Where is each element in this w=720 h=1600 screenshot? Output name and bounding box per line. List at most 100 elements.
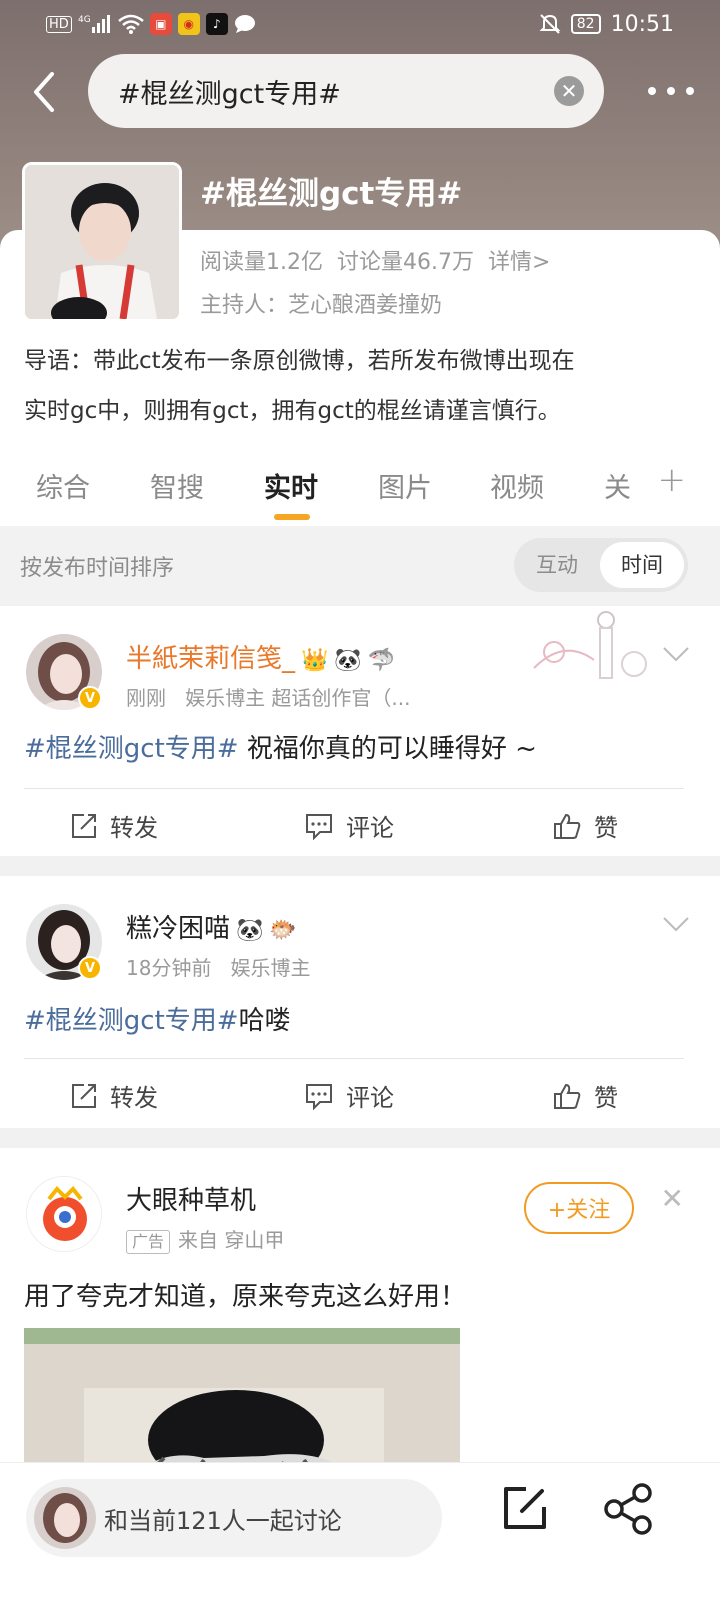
repost-icon <box>72 813 96 838</box>
tab-related[interactable]: 关 <box>604 466 631 505</box>
huawei-app-icon: ▣ <box>149 13 172 35</box>
repost-button[interactable]: 转发 <box>70 1078 158 1113</box>
post-content[interactable]: #棍丝测gct专用# 祝福你真的可以睡得好 ~ <box>24 728 537 765</box>
read-count: 阅读量1.2亿 <box>200 250 323 275</box>
dot-icon <box>648 87 656 95</box>
repost-icon <box>72 1083 96 1108</box>
thumbs-up-icon <box>554 1083 581 1109</box>
comment-label: 评论 <box>346 1084 394 1112</box>
author-name: 糕冷困喵 <box>126 914 231 944</box>
comment-icon <box>306 813 332 840</box>
ad-source: 来自 穿山甲 <box>178 1228 285 1252</box>
topic-cover-image <box>22 162 182 322</box>
post-text: 祝福你真的可以睡得好 ~ <box>238 734 537 764</box>
thumbs-up-icon <box>554 813 581 839</box>
verified-icon: V <box>78 956 102 980</box>
post-author[interactable]: 半紙茉莉信笺_ 👑 🐼 🦈 <box>126 638 395 675</box>
shark-icon: 🦈 <box>367 648 396 673</box>
avatar[interactable] <box>26 1176 102 1252</box>
repost-button[interactable]: 转发 <box>70 808 158 843</box>
clear-search-button[interactable]: ✕ <box>554 76 584 106</box>
tab-smart-search[interactable]: 智搜 <box>150 466 204 505</box>
topic-link[interactable]: #棍丝测gct专用# <box>24 734 239 764</box>
compose-button[interactable] <box>496 1479 556 1539</box>
chevron-down-icon[interactable] <box>662 646 690 662</box>
ad-meta: 广告 来自 穿山甲 <box>126 1224 284 1254</box>
pufferfish-icon: 🐡 <box>269 918 297 943</box>
signal-label: 4G <box>78 15 91 25</box>
chat-bubble-icon <box>234 14 256 34</box>
tab-videos[interactable]: 视频 <box>490 466 544 505</box>
comment-button[interactable]: 评论 <box>304 1078 394 1113</box>
tab-images[interactable]: 图片 <box>378 466 432 505</box>
clock: 10:51 <box>610 11 674 37</box>
post-card: V 半紙茉莉信笺_ 👑 🐼 🦈 刚刚 娱乐博主 超话创作官（... #棍丝测gct专用… <box>0 606 720 856</box>
tab-overview[interactable]: 综合 <box>36 466 90 505</box>
sort-option-interaction[interactable]: 互动 <box>536 538 578 592</box>
like-button[interactable]: 赞 <box>552 1078 618 1113</box>
discussion-count: 讨论量46.7万 <box>337 250 474 275</box>
post-actions: 转发 评论 赞 <box>0 1060 720 1130</box>
mute-bell-icon <box>539 13 561 35</box>
topic-intro: 导语：带此ct发布一条原创微博，若所发布微博出现在 实时gc中，则拥有gct，拥… <box>24 336 696 436</box>
crown-icon: 👑 <box>301 648 329 673</box>
sort-toggle: 互动 时间 <box>514 538 688 592</box>
sort-bar: 按发布时间排序 互动 时间 <box>0 526 720 604</box>
signal-icon: 4G <box>78 13 112 35</box>
post-content[interactable]: #棍丝测gct专用#哈喽 <box>24 1000 291 1037</box>
more-options-button[interactable] <box>648 76 694 106</box>
details-link[interactable]: 详情> <box>488 244 550 276</box>
post-actions: 转发 评论 赞 <box>0 790 720 860</box>
post-meta: 18分钟前 娱乐博主 <box>126 952 311 981</box>
like-label: 赞 <box>594 1084 618 1112</box>
hd-indicator: HD <box>46 15 72 33</box>
post-text: 哈喽 <box>238 1006 291 1036</box>
sort-option-time[interactable]: 时间 <box>600 542 684 588</box>
post-time: 刚刚 <box>126 686 166 710</box>
post-time: 18分钟前 <box>126 956 212 980</box>
post-tags: 娱乐博主 <box>230 956 311 980</box>
ad-content[interactable]: 用了夸克才知道，原来夸克这么好用！ <box>24 1276 466 1313</box>
status-right: 82 10:51 <box>539 12 674 37</box>
comment-button[interactable]: 评论 <box>304 808 394 843</box>
ad-author[interactable]: 大眼种草机 <box>126 1180 256 1217</box>
decorative-pendant-image <box>524 608 654 688</box>
post-meta: 刚刚 娱乐博主 超话创作官（... <box>126 682 411 711</box>
bottom-bar: 和当前121人一起讨论 <box>0 1462 720 1600</box>
back-arrow-icon <box>34 72 54 112</box>
topic-link[interactable]: #棍丝测gct专用# <box>24 1006 239 1036</box>
compose-icon <box>504 1487 546 1529</box>
avatar <box>34 1487 96 1549</box>
weibo-app-icon: ◉ <box>177 13 200 35</box>
verified-icon: V <box>78 686 102 710</box>
wifi-icon <box>117 14 144 34</box>
ad-badge: 广告 <box>126 1230 171 1254</box>
repost-label: 转发 <box>110 814 158 842</box>
sort-label: 按发布时间排序 <box>20 556 175 581</box>
tab-bar: 综合 智搜 实时 图片 视频 关 + <box>0 458 720 524</box>
topic-title: #棍丝测gct专用# <box>200 176 463 212</box>
post-author[interactable]: 糕冷困喵 🐼 🐡 <box>126 908 297 945</box>
tab-realtime[interactable]: 实时 <box>264 466 318 505</box>
like-button[interactable]: 赞 <box>552 808 618 843</box>
topic-intro-line: 实时gc中，则拥有gct，拥有gct的棍丝请谨言慎行。 <box>24 398 561 424</box>
tiktok-app-icon: ♪ <box>205 13 228 35</box>
share-icon <box>604 1483 652 1535</box>
search-query: #棍丝测gct专用# <box>118 78 341 110</box>
dot-icon <box>686 87 694 95</box>
discuss-input[interactable]: 和当前121人一起讨论 <box>26 1479 442 1557</box>
panda-icon: 🐼 <box>236 918 264 943</box>
chevron-down-icon[interactable] <box>662 916 690 932</box>
nav-row: #棍丝测gct专用# ✕ <box>0 54 720 130</box>
panda-icon: 🐼 <box>334 648 362 673</box>
share-button[interactable] <box>598 1479 658 1539</box>
repost-label: 转发 <box>110 1084 158 1112</box>
close-icon[interactable]: ✕ <box>661 1182 684 1215</box>
author-name: 半紙茉莉信笺_ <box>126 644 296 674</box>
status-bar: HD 4G ▣ ◉ ♪ 82 10:51 <box>0 0 720 48</box>
search-input[interactable]: #棍丝测gct专用# ✕ <box>88 54 604 128</box>
back-button[interactable] <box>28 70 68 114</box>
topic-host[interactable]: 主持人：芝心酿酒姜撞奶 <box>200 287 442 319</box>
add-tab-button[interactable]: + <box>658 460 687 500</box>
follow-button[interactable]: +关注 <box>524 1182 634 1234</box>
